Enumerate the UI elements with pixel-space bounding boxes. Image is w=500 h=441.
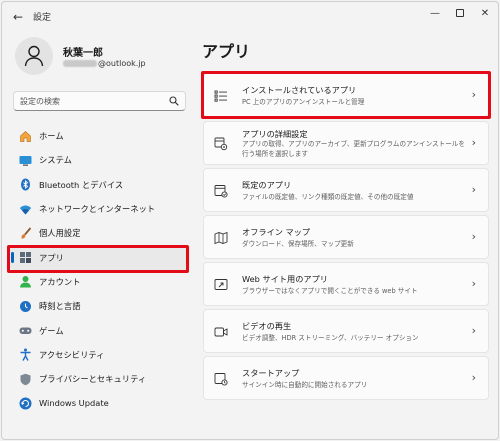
card-advanced-app-settings[interactable]: アプリの詳細設定 アプリの取得、アプリのアーカイブ、更新プログラムのアンインスト…: [203, 121, 489, 165]
time-language-icon: [19, 300, 32, 313]
avatar[interactable]: [15, 37, 53, 75]
network-icon: [19, 203, 32, 216]
sidebar-item-label: アカウント: [39, 276, 81, 287]
sidebar-item-bluetooth[interactable]: Bluetooth とデバイス: [10, 173, 190, 197]
chevron-right-icon: ›: [471, 230, 476, 243]
sidebar-item-label: 個人用設定: [39, 228, 81, 239]
card-title: ビデオの再生: [242, 321, 292, 331]
search-icon[interactable]: [169, 96, 179, 106]
card-description: ファイルの既定値、リンク種類の既定値、その他の既定値: [242, 193, 414, 201]
sidebar-item-time-language[interactable]: 時刻と言語: [10, 294, 190, 318]
settings-window: ← 設定 — ✕ 秋葉一郎 @outlook.jp ホーム: [1, 1, 499, 440]
card-title: オフライン マップ: [242, 227, 311, 237]
user-icon: [24, 45, 44, 67]
card-title: 既定のアプリ: [242, 180, 292, 190]
video-playback-icon: [214, 327, 228, 337]
system-icon: [19, 154, 32, 167]
card-description: サインイン時に自動的に開始されるアプリ: [242, 381, 368, 389]
sidebar-item-gaming[interactable]: ゲーム: [10, 318, 190, 342]
sidebar-item-label: 時刻と言語: [39, 301, 81, 312]
card-description: アプリの取得、アプリのアーカイブ、更新プログラムのアンインストールを行う場所を選…: [242, 140, 465, 158]
startup-icon: [214, 373, 228, 386]
sidebar-item-system[interactable]: システム: [10, 148, 190, 172]
sidebar-item-label: ネットワークとインターネット: [39, 204, 156, 215]
page-title: アプリ: [202, 42, 251, 61]
card-title: スタートアップ: [242, 368, 300, 378]
maximize-icon[interactable]: [451, 6, 469, 22]
sidebar-item-accounts[interactable]: アカウント: [10, 270, 190, 294]
search-input[interactable]: [20, 94, 160, 108]
sidebar-item-accessibility[interactable]: アクセシビリティ: [10, 343, 190, 367]
sidebar-item-label: プライバシーとセキュリティ: [39, 374, 147, 385]
accessibility-icon: [19, 348, 32, 362]
sidebar-item-label: ホーム: [39, 131, 64, 142]
sidebar-item-network[interactable]: ネットワークとインターネット: [10, 197, 190, 221]
card-startup[interactable]: スタートアップ サインイン時に自動的に開始されるアプリ ›: [203, 356, 489, 400]
apps-for-websites-icon: [214, 279, 228, 290]
offline-maps-icon: [214, 231, 228, 245]
sidebar-item-home[interactable]: ホーム: [10, 124, 190, 148]
sidebar-item-windows-update[interactable]: Windows Update: [10, 391, 190, 415]
card-description: ビデオ調整、HDR ストリーミング、バッテリー オプション: [242, 334, 419, 342]
bluetooth-icon: [19, 178, 32, 191]
sidebar-item-label: ゲーム: [39, 325, 64, 336]
sidebar-item-label: Bluetooth とデバイス: [39, 179, 124, 190]
sidebar-item-label: Windows Update: [39, 398, 109, 409]
sidebar-item-privacy[interactable]: プライバシーとセキュリティ: [10, 367, 190, 391]
advanced-app-settings-icon: [214, 137, 228, 151]
sidebar-item-personalization[interactable]: 個人用設定: [10, 221, 190, 245]
sidebar-item-label: システム: [39, 155, 72, 166]
personalization-icon: [19, 227, 32, 240]
highlight-frame-apps: [7, 245, 189, 273]
chevron-right-icon: ›: [471, 324, 476, 337]
user-name: 秋葉一郎: [63, 48, 103, 59]
title-bar: ← 設定 — ✕: [2, 2, 498, 32]
windows-update-icon: [19, 397, 32, 410]
chevron-right-icon: ›: [471, 183, 476, 196]
chevron-right-icon: ›: [471, 371, 476, 384]
privacy-icon: [19, 373, 32, 386]
home-icon: [19, 130, 32, 143]
card-description: ブラウザーではなくアプリで開くことができる web サイト: [242, 287, 418, 295]
card-description: ダウンロード、保存場所、マップ更新: [242, 240, 354, 248]
sidebar-item-label: アクセシビリティ: [39, 349, 105, 360]
minimize-icon[interactable]: —: [426, 6, 444, 22]
card-apps-for-websites[interactable]: Web サイト用のアプリ ブラウザーではなくアプリで開くことができる web サ…: [203, 262, 489, 306]
back-arrow-icon[interactable]: ←: [10, 10, 26, 24]
settings-search[interactable]: [13, 91, 186, 111]
user-email: @outlook.jp: [63, 59, 146, 68]
card-title: アプリの詳細設定: [242, 129, 308, 139]
card-default-apps[interactable]: 既定のアプリ ファイルの既定値、リンク種類の既定値、その他の既定値 ›: [203, 168, 489, 212]
default-apps-icon: [214, 185, 228, 198]
card-title: Web サイト用のアプリ: [242, 274, 328, 284]
card-offline-maps[interactable]: オフライン マップ ダウンロード、保存場所、マップ更新 ›: [203, 215, 489, 259]
chevron-right-icon: ›: [471, 277, 476, 290]
card-video-playback[interactable]: ビデオの再生 ビデオ調整、HDR ストリーミング、バッテリー オプション ›: [203, 309, 489, 353]
email-redaction: [63, 60, 97, 67]
highlight-frame-installed-apps: [201, 71, 491, 119]
account-icon: [19, 275, 32, 288]
close-icon[interactable]: ✕: [476, 6, 494, 22]
user-email-domain: @outlook.jp: [98, 59, 146, 68]
app-title: 設定: [33, 13, 52, 23]
gaming-icon: [19, 324, 32, 337]
chevron-right-icon: ›: [471, 136, 476, 149]
